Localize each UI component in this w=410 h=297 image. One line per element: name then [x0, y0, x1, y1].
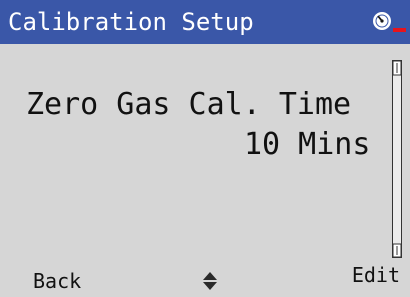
up-down-arrows-icon	[203, 272, 217, 290]
alert-bar	[393, 28, 406, 32]
scrollbar[interactable]	[392, 60, 402, 258]
page-title: Calibration Setup	[8, 8, 254, 36]
title-bar: Calibration Setup	[0, 0, 410, 44]
gauge-icon	[373, 12, 406, 32]
edit-softkey[interactable]: Edit	[352, 262, 400, 288]
back-softkey[interactable]: Back	[33, 268, 81, 294]
device-screen: Calibration Setup Zero Gas Cal. Time 10 …	[0, 0, 410, 297]
parameter-label: Zero Gas Cal. Time	[26, 87, 352, 122]
parameter-value[interactable]: 10 Mins	[244, 126, 370, 164]
